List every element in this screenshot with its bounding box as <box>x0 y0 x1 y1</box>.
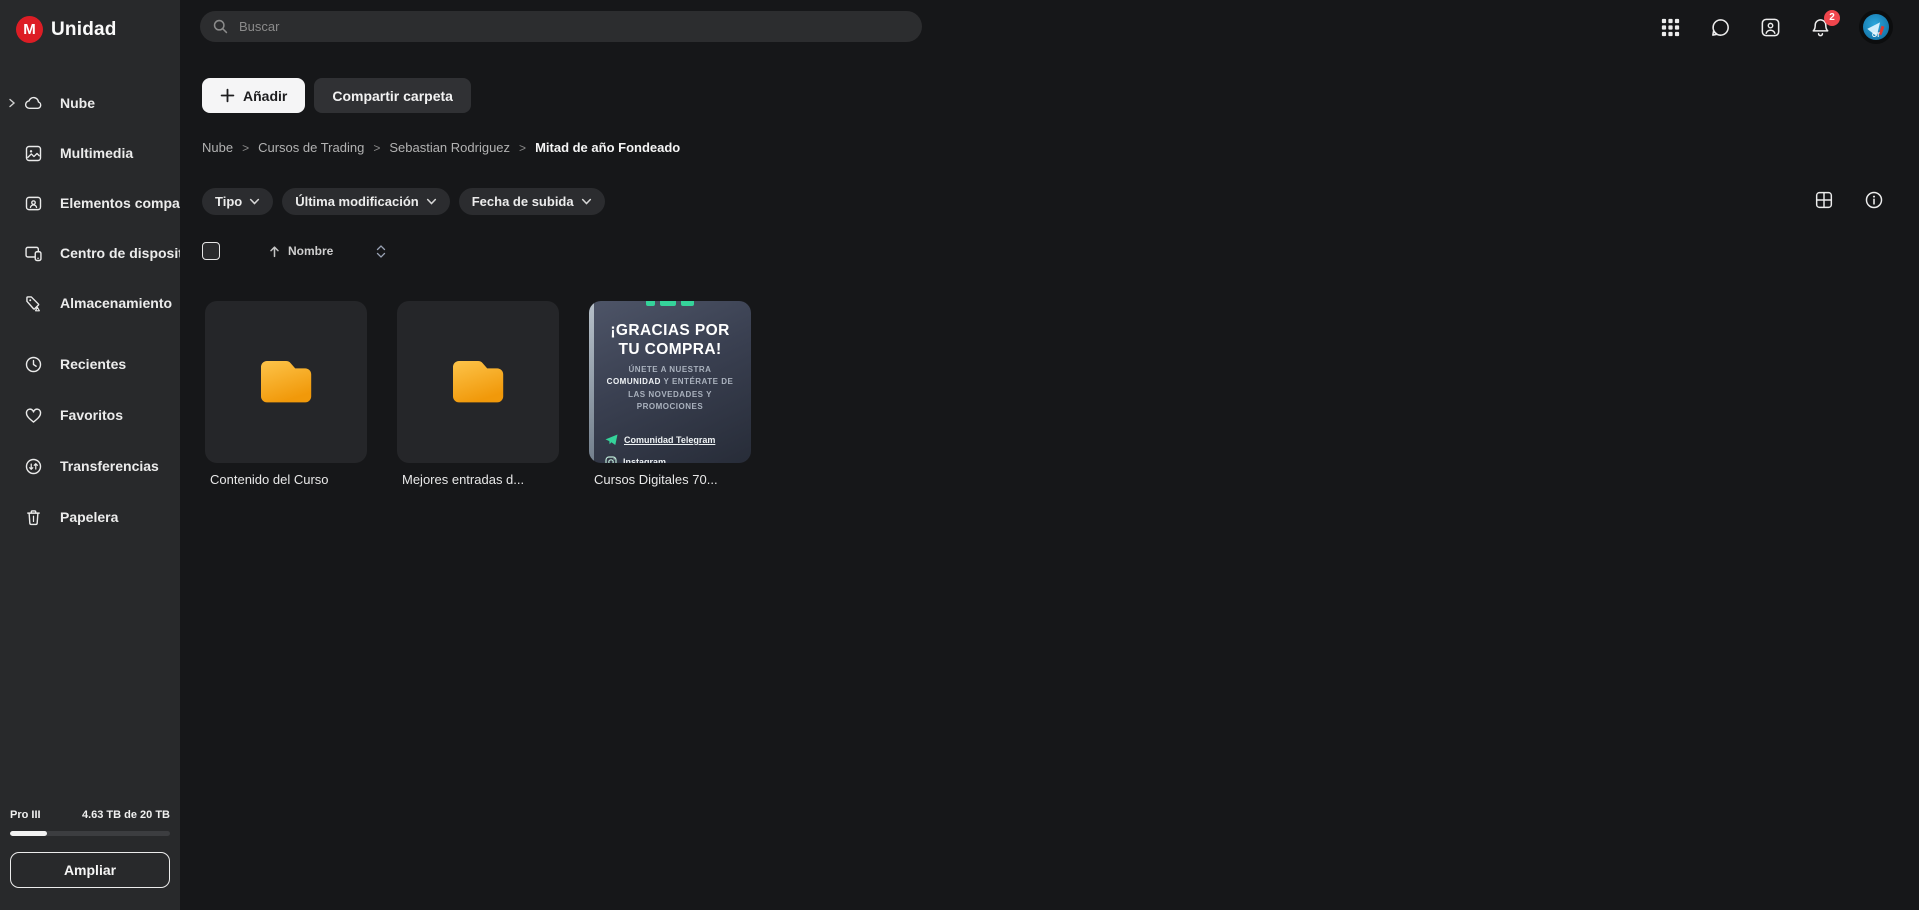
breadcrumb-current: Mitad de año Fondeado <box>535 140 680 155</box>
app-title: Unidad <box>51 19 117 41</box>
heart-icon <box>23 405 44 426</box>
sidebar-item-papelera[interactable]: Papelera <box>0 497 180 537</box>
breadcrumb-item[interactable]: Cursos de Trading <box>258 140 364 155</box>
sort-toggle-icon[interactable] <box>376 245 386 258</box>
search-icon <box>212 18 229 35</box>
list-header: Nombre <box>202 242 386 260</box>
sidebar-item-centro-dispositivos[interactable]: Centro de dispositivos <box>0 233 180 273</box>
chevron-down-icon <box>581 196 592 207</box>
avatar-image: CT <box>1863 14 1889 40</box>
chevron-down-icon <box>426 196 437 207</box>
sidebar-item-label: Recientes <box>60 356 180 372</box>
telegram-link: Comunidad Telegram <box>605 434 715 446</box>
notification-badge: 2 <box>1824 10 1840 26</box>
contacts-icon[interactable] <box>1759 16 1782 39</box>
instagram-icon <box>605 456 617 463</box>
sidebar-item-almacenamiento[interactable]: Almacenamiento <box>0 283 180 323</box>
sidebar-item-label: Papelera <box>60 509 180 525</box>
breadcrumb-separator: > <box>373 141 380 155</box>
sidebar-item-elementos-compartidos[interactable]: Elementos compartidos <box>0 183 180 223</box>
trash-icon <box>23 507 44 528</box>
clipped-text-decoration <box>589 301 751 306</box>
file-name: Contenido del Curso <box>205 472 367 487</box>
storage-summary: Pro III 4.63 TB de 20 TB Ampliar <box>10 809 170 888</box>
account-avatar[interactable]: CT <box>1859 10 1893 44</box>
upgrade-button[interactable]: Ampliar <box>10 852 170 888</box>
search-bar[interactable] <box>200 11 922 42</box>
thumbnail-subtitle: ÚNETE A NUESTRA COMUNIDAD Y ENTÉRATE DE … <box>599 364 741 414</box>
cloud-icon <box>23 93 44 114</box>
filter-type-chip[interactable]: Tipo <box>202 188 273 215</box>
breadcrumb-separator: > <box>242 141 249 155</box>
folder-icon <box>447 356 509 408</box>
chevron-down-icon <box>249 196 260 207</box>
sidebar-item-label: Favoritos <box>60 407 180 423</box>
file-card[interactable]: Contenido del Curso <box>205 301 367 487</box>
devices-icon <box>23 243 44 264</box>
transfers-icon <box>23 456 44 477</box>
sidebar-item-label: Almacenamiento <box>60 295 180 311</box>
search-input[interactable] <box>239 19 910 34</box>
sidebar-item-transferencias[interactable]: Transferencias <box>0 446 180 486</box>
chevron-right-icon[interactable] <box>7 98 17 108</box>
file-name: Cursos Digitales 70... <box>589 472 751 487</box>
breadcrumb-separator: > <box>519 141 526 155</box>
sidebar-item-label: Centro de dispositivos <box>60 245 180 261</box>
storage-progress-track <box>10 831 170 836</box>
file-grid: Contenido del Curso Mejores entradas d..… <box>205 301 751 487</box>
plan-badge: Pro III <box>10 809 41 821</box>
breadcrumb-item[interactable]: Nube <box>202 140 233 155</box>
sort-by-label[interactable]: Nombre <box>288 244 333 258</box>
filter-chips: Tipo Última modificación Fecha de subida <box>202 188 605 215</box>
filter-upload-date-chip[interactable]: Fecha de subida <box>459 188 605 215</box>
image-thumbnail-tile[interactable]: ¡GRACIAS POR TU COMPRA! ÚNETE A NUESTRA … <box>589 301 751 463</box>
mega-logo-icon: M <box>16 16 43 43</box>
sidebar-item-label: Multimedia <box>60 145 180 161</box>
topbar-actions: 2 CT <box>1659 8 1893 46</box>
telegram-icon <box>605 434 618 446</box>
main-panel: 2 CT Añadir Compartir carpeta <box>180 0 1919 910</box>
file-name: Mejores entradas d... <box>397 472 559 487</box>
grid-view-icon[interactable] <box>1813 189 1835 211</box>
file-card[interactable]: ¡GRACIAS POR TU COMPRA! ÚNETE A NUESTRA … <box>589 301 751 487</box>
apps-grid-icon[interactable] <box>1659 16 1682 39</box>
sidebar-item-label: Nube <box>60 95 180 111</box>
sidebar-item-nube[interactable]: Nube <box>0 83 180 123</box>
shared-folder-icon <box>23 193 44 214</box>
filter-modified-chip[interactable]: Última modificación <box>282 188 450 215</box>
sidebar: M Unidad Nube Multimedia Ele <box>0 0 180 910</box>
image-icon <box>23 143 44 164</box>
storage-usage-text: 4.63 TB de 20 TB <box>82 809 170 821</box>
sidebar-item-multimedia[interactable]: Multimedia <box>0 133 180 173</box>
sidebar-item-favoritos[interactable]: Favoritos <box>0 395 180 435</box>
storage-tag-icon <box>23 293 44 314</box>
plus-icon <box>220 88 235 103</box>
sidebar-item-label: Elementos compartidos <box>60 195 180 211</box>
add-button[interactable]: Añadir <box>202 78 305 113</box>
app-logo[interactable]: M Unidad <box>16 16 117 43</box>
thumbnail-title: ¡GRACIAS POR TU COMPRA! <box>595 322 745 360</box>
breadcrumb-item[interactable]: Sebastian Rodriguez <box>389 140 510 155</box>
folder-tile[interactable] <box>397 301 559 463</box>
instagram-link: Instagram <box>605 456 666 463</box>
notifications-button[interactable]: 2 <box>1809 16 1832 39</box>
view-controls <box>1813 189 1885 211</box>
action-buttons: Añadir Compartir carpeta <box>202 78 471 113</box>
info-icon[interactable] <box>1863 189 1885 211</box>
chat-icon[interactable] <box>1709 16 1732 39</box>
file-card[interactable]: Mejores entradas d... <box>397 301 559 487</box>
mega-drive-app: M Unidad Nube Multimedia Ele <box>0 0 1919 910</box>
share-folder-button[interactable]: Compartir carpeta <box>314 78 471 113</box>
clock-icon <box>23 354 44 375</box>
sort-direction-icon[interactable] <box>268 245 281 258</box>
storage-progress-fill <box>10 831 47 836</box>
folder-tile[interactable] <box>205 301 367 463</box>
sidebar-item-label: Transferencias <box>60 458 180 474</box>
select-all-checkbox[interactable] <box>202 242 220 260</box>
breadcrumb: Nube > Cursos de Trading > Sebastian Rod… <box>202 140 680 155</box>
sidebar-item-recientes[interactable]: Recientes <box>0 344 180 384</box>
folder-icon <box>255 356 317 408</box>
